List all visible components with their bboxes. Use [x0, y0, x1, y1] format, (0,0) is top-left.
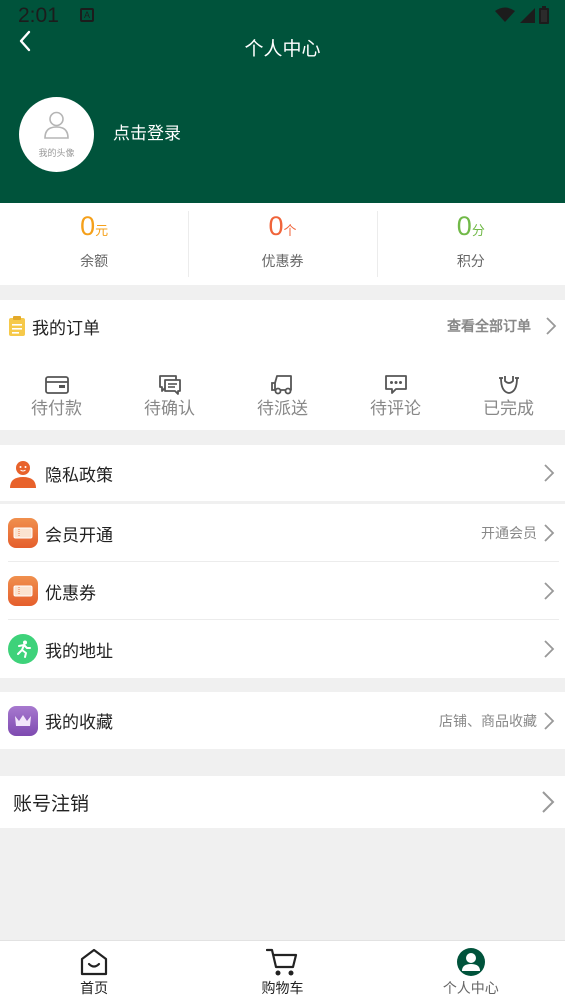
order-status-pending-payment[interactable]: 待付款	[0, 374, 113, 419]
menu-group-account: 账号注销	[0, 776, 565, 828]
order-status-pending-delivery[interactable]: 待派送	[226, 374, 339, 419]
orders-section: 我的订单 查看全部订单 待付款 待确认 待派送 待评论 已完成	[0, 300, 565, 430]
chevron-right-icon	[544, 524, 555, 542]
ticket-icon	[8, 576, 38, 606]
menu-item-label: 账号注销	[13, 792, 90, 815]
orders-title: 我的订单	[32, 318, 100, 339]
chat-icon	[158, 375, 181, 395]
ticket-icon	[8, 518, 38, 548]
bottom-tab-bar: 首页 购物车 个人中心	[0, 940, 565, 1004]
truck-icon	[270, 375, 292, 395]
profile-icon	[456, 948, 485, 976]
tab-label: 个人中心	[442, 981, 499, 997]
user-icon	[44, 111, 69, 139]
home-icon	[81, 948, 108, 976]
order-status-label: 待确认	[144, 399, 195, 419]
stat-unit: 分	[471, 224, 485, 239]
stat-points[interactable]: 0分 积分	[376, 203, 565, 285]
order-status-pending-review[interactable]: 待评论	[339, 374, 452, 419]
stat-coupons[interactable]: 0个 优惠券	[188, 203, 376, 285]
order-status-pending-confirm[interactable]: 待确认	[113, 374, 226, 419]
menu-item-address[interactable]: 我的地址	[0, 620, 565, 678]
status-icons	[495, 6, 549, 24]
runner-icon	[8, 634, 38, 664]
login-link[interactable]: 点击登录	[113, 119, 181, 144]
chevron-right-icon	[542, 791, 555, 813]
tab-profile[interactable]: 个人中心	[377, 941, 565, 1004]
stat-label: 积分	[456, 254, 485, 270]
order-status-label: 待评论	[370, 399, 421, 419]
menu-item-deactivate-account[interactable]: 账号注销	[0, 776, 565, 828]
menu-item-coupons[interactable]: 优惠券	[0, 562, 565, 620]
order-status-completed[interactable]: 已完成	[452, 374, 565, 419]
order-status-label: 已完成	[483, 399, 534, 419]
menu-group-main: 隐私政策	[0, 445, 565, 501]
stat-label: 余额	[80, 254, 109, 270]
order-status-label: 待付款	[31, 399, 82, 419]
chevron-right-icon	[544, 582, 555, 600]
menu-item-label: 隐私政策	[45, 465, 113, 486]
crown-icon	[8, 705, 38, 736]
stat-value: 0	[456, 211, 472, 241]
tab-label: 首页	[80, 981, 109, 997]
menu-item-membership[interactable]: 会员开通 开通会员	[0, 504, 565, 562]
menu-group-member: 会员开通 开通会员 优惠券 我的地址	[0, 504, 565, 678]
status-time: 2:01	[18, 4, 59, 27]
wallet-icon	[44, 376, 69, 394]
chevron-right-icon	[544, 464, 555, 482]
account-stats: 0元 余额 0个 优惠券 0分 积分	[0, 203, 565, 285]
avatar[interactable]: 我的头像	[19, 97, 94, 172]
menu-item-privacy[interactable]: 隐私政策	[0, 445, 565, 501]
avatar-caption: 我的头像	[38, 149, 75, 159]
page-title: 个人中心	[244, 38, 321, 60]
battery-icon	[539, 6, 549, 24]
menu-item-extra: 店铺、商品收藏	[439, 713, 537, 730]
stat-balance[interactable]: 0元 余额	[0, 203, 188, 285]
orders-header: 我的订单 查看全部订单	[0, 300, 565, 352]
order-status-row: 待付款 待确认 待派送 待评论 已完成	[0, 374, 565, 419]
stat-value: 0	[268, 211, 284, 241]
wifi-icon	[495, 7, 515, 22]
menu-item-label: 优惠券	[45, 583, 96, 604]
menu-item-label: 会员开通	[45, 525, 113, 546]
notification-badge: A	[80, 8, 94, 22]
view-all-orders-label: 查看全部订单	[447, 319, 531, 335]
profile-header: 2:01 A 个人中心 我的头像 点击登录	[0, 0, 565, 203]
stat-unit: 元	[95, 224, 109, 239]
clipboard-icon	[9, 316, 25, 336]
tab-label: 购物车	[261, 981, 304, 997]
cart-icon	[266, 948, 298, 976]
person-icon	[10, 461, 36, 488]
menu-group-favorites: 我的收藏 店铺、商品收藏	[0, 692, 565, 749]
tab-home[interactable]: 首页	[0, 941, 188, 1004]
stat-unit: 个	[283, 224, 297, 239]
stat-label: 优惠券	[261, 254, 304, 270]
tab-cart[interactable]: 购物车	[188, 941, 376, 1004]
chevron-right-icon	[544, 711, 555, 730]
chevron-right-icon	[544, 640, 555, 658]
signal-icon	[520, 8, 535, 23]
chevron-right-icon	[546, 317, 557, 335]
view-all-orders-link[interactable]: 查看全部订单	[447, 316, 565, 336]
menu-item-label: 我的地址	[45, 641, 113, 662]
comment-icon	[384, 375, 407, 394]
menu-item-favorites[interactable]: 我的收藏 店铺、商品收藏	[0, 692, 565, 749]
done-bag-icon	[498, 376, 519, 394]
order-status-label: 待派送	[257, 399, 308, 419]
menu-item-extra: 开通会员	[481, 526, 537, 542]
menu-item-label: 我的收藏	[45, 713, 113, 733]
stat-value: 0	[80, 211, 96, 241]
